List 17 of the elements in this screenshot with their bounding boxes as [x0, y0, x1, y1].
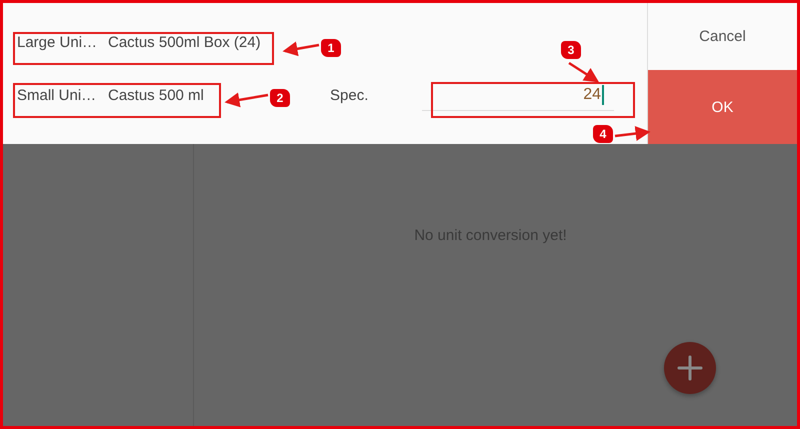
field-label: Large Uni… — [17, 34, 98, 50]
ok-button[interactable]: OK — [648, 70, 797, 144]
add-button[interactable] — [664, 342, 716, 394]
arrow — [224, 92, 268, 108]
field-value: Castus 500 ml — [108, 86, 204, 104]
arrow — [614, 126, 650, 141]
callout-number: 4 — [593, 125, 613, 143]
plus-icon — [676, 354, 704, 382]
arrow — [568, 62, 600, 82]
field-label: Spec. — [330, 86, 370, 104]
field-value: Cactus 500ml Box (24) — [108, 34, 261, 50]
field-label: Small Uni… — [17, 86, 98, 104]
arrow — [282, 41, 320, 56]
input-field[interactable]: 24 — [422, 79, 614, 111]
callout-number: 2 — [270, 89, 290, 107]
callout-number: 1 — [321, 39, 341, 57]
callout-number: 3 — [561, 41, 581, 59]
